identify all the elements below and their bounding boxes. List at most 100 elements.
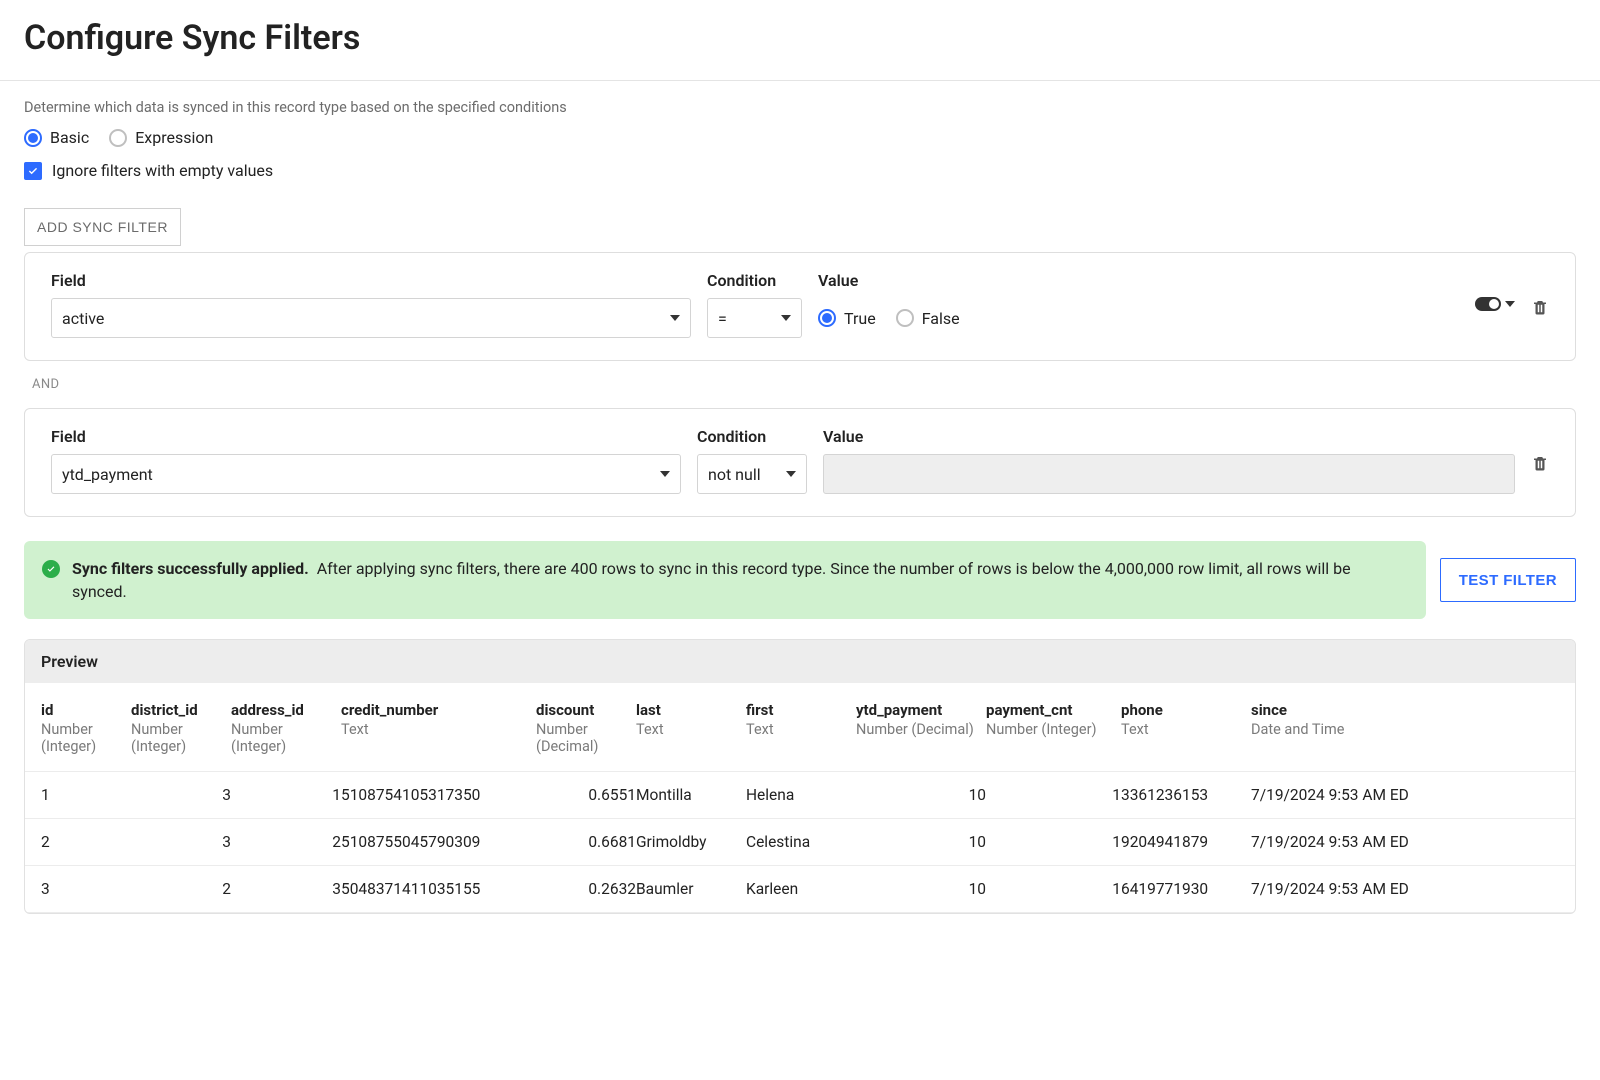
table-cell: 3 (231, 880, 341, 898)
chevron-down-icon (670, 315, 680, 321)
table-cell: 9204941879 (1121, 833, 1251, 851)
column-type: Text (636, 721, 746, 738)
field-select[interactable]: ytd_payment (51, 454, 681, 494)
table-column-header: idNumber (Integer) (41, 701, 131, 755)
table-column-header: last Text (636, 701, 746, 755)
column-name: ytd_payment (856, 701, 986, 719)
success-banner: Sync filters successfully applied. After… (24, 541, 1426, 619)
value-radio-false[interactable]: False (896, 309, 960, 328)
field-select-value: active (62, 309, 104, 328)
field-select-value: ytd_payment (62, 465, 153, 484)
table-cell: 2 (231, 833, 341, 851)
table-cell: Grimoldby (636, 833, 746, 851)
condition-select-value: not null (708, 465, 761, 484)
table-column-header: credit_number Text (341, 701, 536, 755)
column-type: Number (Decimal) (856, 721, 986, 738)
table-body: 13151087541053173500.6551MontillaHelena1… (25, 772, 1575, 913)
table-cell: 10 (856, 786, 986, 804)
column-name: district_id (131, 701, 231, 719)
filter-row: Field ytd_payment Condition not null Val… (24, 408, 1576, 517)
table-cell: Helena (746, 786, 856, 804)
trash-icon[interactable] (1531, 453, 1549, 473)
table-cell: 1 (41, 786, 131, 804)
column-name: credit_number (341, 701, 536, 719)
column-type: Number (Integer) (986, 721, 1121, 738)
table-cell: Montilla (636, 786, 746, 804)
test-filter-button[interactable]: TEST FILTER (1440, 558, 1576, 602)
table-column-header: phone Text (1121, 701, 1251, 755)
mode-expression-label: Expression (135, 128, 213, 147)
field-label: Field (51, 271, 691, 290)
add-sync-filter-button[interactable]: ADD SYNC FILTER (24, 208, 181, 246)
table-cell: 5108754105317350 (341, 786, 536, 804)
table-cell: 3 (131, 833, 231, 851)
ignore-empty-checkbox[interactable] (24, 162, 42, 180)
table-column-header: sinceDate and Time (1251, 701, 1436, 755)
table-cell: 3 (41, 880, 131, 898)
table-cell: 0.6551 (536, 786, 636, 804)
table-cell: Baumler (636, 880, 746, 898)
column-type: Date and Time (1251, 721, 1436, 738)
table-cell: 10 (856, 833, 986, 851)
table-row: 23251087550457903090.6681GrimoldbyCelest… (25, 819, 1575, 866)
column-type: Text (1121, 721, 1251, 738)
filter-row: Field active Condition = Value Tr (24, 252, 1576, 361)
chevron-down-icon (781, 315, 791, 321)
chevron-down-icon (1505, 301, 1515, 307)
description-text: Determine which data is synced in this r… (24, 99, 1576, 116)
success-text: Sync filters successfully applied. After… (72, 557, 1408, 603)
field-label: Field (51, 427, 681, 446)
table-column-header: firstText (746, 701, 856, 755)
column-name: last (636, 701, 746, 719)
mode-radio-basic[interactable]: Basic (24, 128, 89, 147)
table-column-header: ytd_payment Number (Decimal) (856, 701, 986, 755)
filter-sort-toggle[interactable] (1475, 297, 1515, 311)
condition-select[interactable]: = (707, 298, 802, 338)
column-type: Number (Decimal) (536, 721, 636, 755)
table-cell: 2 (131, 880, 231, 898)
table-header: idNumber (Integer)district_id Number (Int… (25, 683, 1575, 772)
check-circle-icon (42, 560, 60, 578)
preview-table: idNumber (Integer)district_id Number (Int… (25, 683, 1575, 913)
value-true-label: True (844, 309, 876, 328)
table-cell: 3361236153 (1121, 786, 1251, 804)
table-cell: 1 (231, 786, 341, 804)
table-column-header: address_idNumber (Integer) (231, 701, 341, 755)
table-row: 13151087541053173500.6551MontillaHelena1… (25, 772, 1575, 819)
column-type: Text (341, 721, 536, 738)
and-separator: AND (32, 377, 1576, 392)
value-radio-true[interactable]: True (818, 309, 876, 328)
page-title: Configure Sync Filters (0, 0, 1600, 81)
column-name: address_id (231, 701, 341, 719)
table-cell: 0.2632 (536, 880, 636, 898)
value-input[interactable] (823, 454, 1515, 494)
table-cell: Celestina (746, 833, 856, 851)
table-cell: 5048371411035155 (341, 880, 536, 898)
table-column-header: district_id Number (Integer) (131, 701, 231, 755)
mode-radio-expression[interactable]: Expression (109, 128, 213, 147)
condition-select[interactable]: not null (697, 454, 807, 494)
table-cell: 1 (986, 880, 1121, 898)
column-type: Number (Integer) (131, 721, 231, 755)
table-cell: 1 (986, 786, 1121, 804)
condition-label: Condition (707, 271, 802, 290)
table-column-header: discount Number (Decimal) (536, 701, 636, 755)
table-column-header: payment_cntNumber (Integer) (986, 701, 1121, 755)
column-name: phone (1121, 701, 1251, 719)
table-cell: 3 (131, 786, 231, 804)
trash-icon[interactable] (1531, 297, 1549, 317)
table-cell: 5108755045790309 (341, 833, 536, 851)
column-name: discount (536, 701, 636, 719)
table-cell: 10 (856, 880, 986, 898)
value-label: Value (823, 427, 1515, 446)
chevron-down-icon (660, 471, 670, 477)
preview-heading: Preview (25, 640, 1575, 683)
success-bold: Sync filters successfully applied. (72, 559, 309, 578)
value-label: Value (818, 271, 1459, 290)
table-cell: 7/19/2024 9:53 AM ED (1251, 786, 1436, 804)
table-row: 32350483714110351550.2632BaumlerKarleen1… (25, 866, 1575, 913)
mode-basic-label: Basic (50, 128, 89, 147)
table-cell: 0.6681 (536, 833, 636, 851)
field-select[interactable]: active (51, 298, 691, 338)
column-name: first (746, 701, 856, 719)
